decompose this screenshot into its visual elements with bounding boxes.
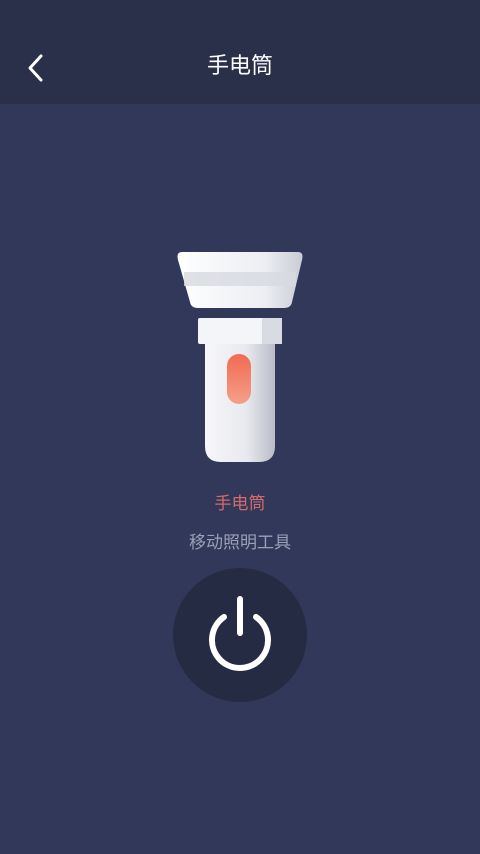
- flashlight-icon: [177, 252, 303, 462]
- app-description: 移动照明工具: [189, 533, 291, 553]
- page-title: 手电筒: [206, 54, 273, 79]
- top-bar: 手电筒: [0, 0, 480, 104]
- app-name-label: 手电筒: [214, 494, 266, 514]
- power-icon: [209, 596, 271, 671]
- power-button[interactable]: [173, 568, 307, 702]
